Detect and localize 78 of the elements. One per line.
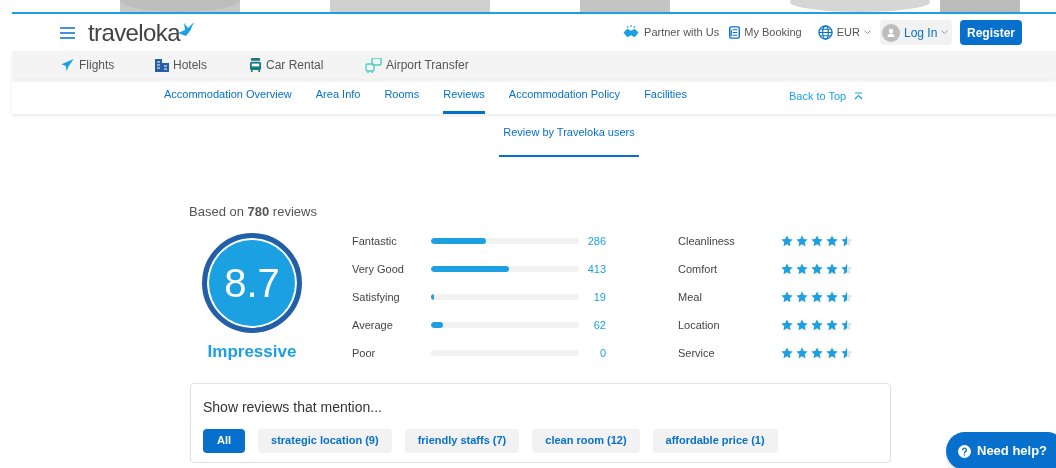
aspect-label: Location — [678, 317, 721, 333]
currency-selector[interactable]: EUR — [817, 24, 871, 41]
product-link[interactable]: Hotels — [155, 56, 249, 74]
product-link[interactable]: Car Rental — [249, 56, 365, 74]
star-icon — [796, 319, 808, 331]
review-tab[interactable]: Review by Traveloka users — [499, 124, 639, 157]
star-icon — [781, 347, 793, 359]
globe-icon — [817, 25, 833, 40]
car-icon — [249, 58, 262, 72]
star-icon — [796, 291, 808, 303]
rating-label: Very Good — [352, 261, 405, 277]
rating-label: Satisfying — [352, 289, 401, 305]
star-icon — [811, 263, 823, 275]
section-tab[interactable]: Area Info — [315, 85, 361, 114]
star-icon — [841, 347, 853, 359]
score-label: Impressive — [207, 341, 297, 363]
login-button[interactable]: Log In — [879, 20, 952, 45]
star-icon — [826, 235, 838, 247]
rating-count: 0 — [598, 345, 606, 361]
star-icon — [796, 263, 808, 275]
receipt-icon — [729, 26, 741, 39]
section-tab[interactable]: Accommodation Policy — [508, 85, 621, 114]
star-icon — [796, 235, 808, 247]
rating-count: 62 — [592, 317, 606, 333]
chevron-icon — [863, 30, 871, 35]
product-link[interactable]: Flights — [60, 56, 155, 74]
star-icon — [811, 291, 823, 303]
star-icon — [796, 347, 808, 359]
question-icon — [958, 444, 971, 458]
star-icon — [781, 319, 793, 331]
filter-chip[interactable]: affordable price (1) — [652, 428, 778, 453]
aspect-label: Meal — [678, 289, 703, 305]
product-link[interactable]: Airport Transfer — [365, 56, 469, 74]
header-link[interactable]: Partner with Us — [622, 24, 720, 41]
star-icon — [841, 319, 853, 331]
menu-icon[interactable] — [60, 26, 75, 39]
mentions-title: Show reviews that mention... — [203, 397, 383, 417]
user-avatar-icon — [881, 23, 900, 42]
rating-label: Average — [352, 317, 394, 333]
rating-count: 286 — [586, 233, 606, 249]
star-icon — [826, 319, 838, 331]
aspect-label: Comfort — [678, 261, 719, 277]
rating-count: 19 — [592, 289, 606, 305]
filter-chip[interactable]: friendly staffs (7) — [404, 428, 520, 453]
section-tab[interactable]: Facilities — [644, 85, 687, 114]
star-icon — [826, 291, 838, 303]
plane-icon — [60, 58, 75, 72]
building-icon — [155, 58, 169, 72]
aspect-label: Cleanliness — [678, 233, 736, 249]
star-icon — [781, 263, 793, 275]
filter-chip[interactable]: clean room (12) — [532, 428, 640, 453]
chevron-icon — [941, 30, 949, 35]
star-icon — [826, 263, 838, 275]
rating-label: Fantastic — [352, 233, 398, 249]
star-icon — [841, 235, 853, 247]
star-icon — [826, 347, 838, 359]
star-icon — [811, 347, 823, 359]
filter-chip[interactable]: All — [203, 428, 246, 453]
rating-label: Poor — [352, 345, 377, 361]
section-tab[interactable]: Reviews — [443, 85, 485, 114]
star-icon — [841, 263, 853, 275]
back-to-top-link[interactable]: Back to Top — [788, 87, 864, 114]
star-icon — [781, 235, 793, 247]
star-icon — [781, 291, 793, 303]
filter-chip[interactable]: strategic location (9) — [258, 428, 392, 453]
arrow-up-icon — [854, 91, 864, 100]
review-count-text: Based on 780 reviews — [189, 202, 318, 221]
section-tab[interactable]: Accommodation Overview — [164, 85, 292, 114]
star-icon — [811, 235, 823, 247]
star-icon — [811, 319, 823, 331]
logo-text[interactable]: traveloka — [88, 20, 180, 45]
section-tab[interactable]: Rooms — [384, 85, 420, 114]
help-button[interactable]: Need help? — [946, 432, 1056, 468]
star-icon — [841, 291, 853, 303]
rating-count: 413 — [586, 261, 606, 277]
aspect-label: Service — [678, 345, 716, 361]
header-link[interactable]: My Booking — [729, 24, 802, 41]
register-button[interactable]: Register — [959, 20, 1022, 45]
